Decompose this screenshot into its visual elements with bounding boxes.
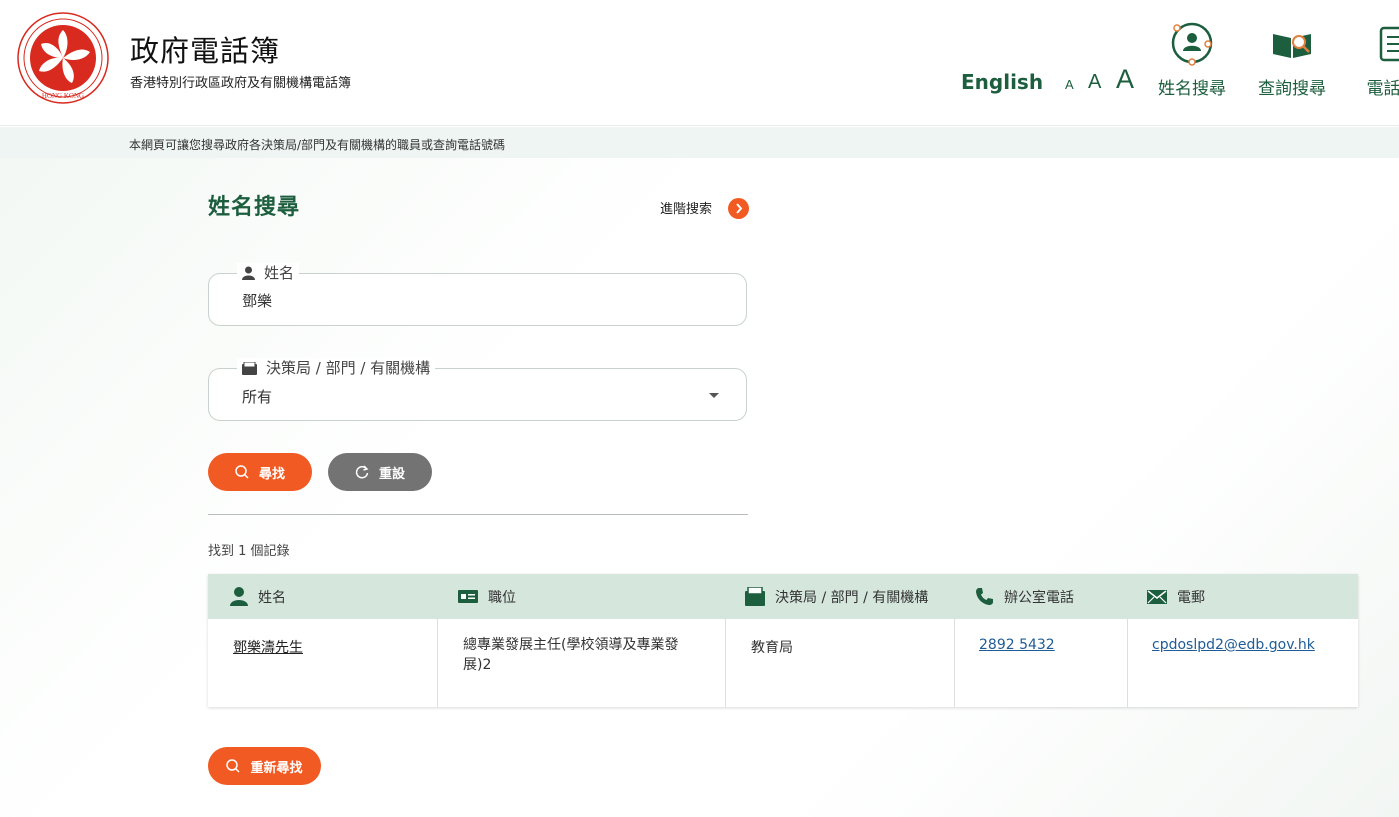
site-header: HONG KONG 政府電話簿 香港特別行政區政府及有關機構電話簿 Englis… [0,0,1399,126]
name-input[interactable] [242,291,682,309]
inbox-tray-icon [242,361,257,375]
name-field-legend: 姓名 [237,263,300,283]
column-header-name: 姓名 [230,574,286,619]
font-size-medium-button[interactable]: A [1088,71,1101,94]
advanced-search-link[interactable]: 進階搜索 [660,198,712,217]
department-select-value[interactable]: 所有 [242,386,682,407]
phone-link[interactable]: 2892 5432 [979,637,1055,653]
staff-post: 總專業發展主任(學校領導及專業發展)2 [463,637,679,673]
info-strip: 本網頁可讓您搜尋政府各決策局/部門及有關機構的職員或查詢電話號碼 [0,127,1399,158]
refresh-icon [355,465,369,479]
font-size-large-button[interactable]: A [1116,64,1134,95]
chevron-down-icon[interactable] [709,393,719,398]
column-header-phone-label: 辦公室電話 [1004,589,1074,606]
chevron-right-circle-icon[interactable] [728,198,749,219]
inbox-tray-icon [745,587,765,606]
cell-post: 總專業發展主任(學校領導及專業發展)2 [438,619,726,707]
nav-enquiry-search-label: 查詢搜尋 [1258,79,1326,99]
nav-directory-label: 電話簿 [1366,79,1399,99]
search-icon [235,465,249,479]
page-title: 姓名搜尋 [208,195,301,220]
search-button[interactable]: 尋找 [208,453,312,491]
search-button-label: 尋找 [258,466,285,482]
column-header-department-label: 決策局 / 部門 / 有關機構 [775,589,929,606]
results-table: 姓名 職位 決策局 / 部門 / 有關機構 辦公室電話 電郵 鄧樂濤先生 總專業… [208,574,1358,707]
book-magnifier-icon [1273,34,1311,58]
staff-name-link[interactable]: 鄧樂濤先生 [233,640,303,656]
phone-icon [976,588,993,605]
search-icon [226,759,241,773]
main-content [0,158,1399,817]
column-header-email-label: 電郵 [1177,589,1205,606]
table-header: 姓名 職位 決策局 / 部門 / 有關機構 辦公室電話 電郵 [208,574,1358,619]
search-again-button-label: 重新尋找 [250,760,303,776]
hksar-emblem-logo[interactable]: HONG KONG [15,12,111,104]
person-icon [230,587,248,606]
reset-button-label: 重設 [378,466,405,482]
search-again-button[interactable]: 重新尋找 [208,747,321,785]
site-title: 政府電話簿 [130,34,281,68]
column-header-name-label: 姓名 [258,589,286,606]
nav-name-search[interactable]: 姓名搜尋 [1156,20,1228,99]
language-toggle-link[interactable]: English [961,70,1043,94]
department-field[interactable]: 決策局 / 部門 / 有關機構 所有 [208,358,747,421]
emblem-caption: HONG KONG [42,92,84,100]
email-link[interactable]: cpdoslpd2@edb.gov.hk [1152,637,1315,653]
divider [208,514,748,515]
site-subtitle: 香港特別行政區政府及有關機構電話簿 [130,76,352,91]
cell-email: cpdoslpd2@edb.gov.hk [1128,619,1358,707]
envelope-icon [1147,589,1167,604]
column-header-phone: 辦公室電話 [975,574,1074,619]
column-header-department: 決策局 / 部門 / 有關機構 [745,574,928,619]
scroll-list-icon [1379,26,1399,62]
nav-enquiry-search[interactable]: 查詢搜尋 [1256,20,1328,99]
font-size-small-button[interactable]: A [1065,77,1074,92]
info-strip-text: 本網頁可讓您搜尋政府各決策局/部門及有關機構的職員或查詢電話號碼 [129,138,506,152]
nav-name-search-label: 姓名搜尋 [1158,79,1226,99]
name-field-label: 姓名 [264,264,295,282]
column-header-post-label: 職位 [488,589,516,606]
nav-directory[interactable]: 電話簿 [1356,20,1399,99]
result-count: 找到 1 個記錄 [208,544,290,559]
reset-button[interactable]: 重設 [328,453,432,491]
column-header-email: 電郵 [1147,574,1205,619]
cell-phone: 2892 5432 [955,619,1128,707]
cell-name: 鄧樂濤先生 [208,619,438,707]
department-field-label: 決策局 / 部門 / 有關機構 [266,359,431,377]
person-icon [242,266,255,280]
name-field[interactable]: 姓名 [208,263,747,326]
id-card-icon [458,590,478,603]
department-field-legend: 決策局 / 部門 / 有關機構 [237,358,436,378]
cell-department: 教育局 [726,619,955,707]
column-header-post: 職位 [458,574,516,619]
staff-department: 教育局 [751,640,793,656]
person-search-icon [1171,22,1213,66]
